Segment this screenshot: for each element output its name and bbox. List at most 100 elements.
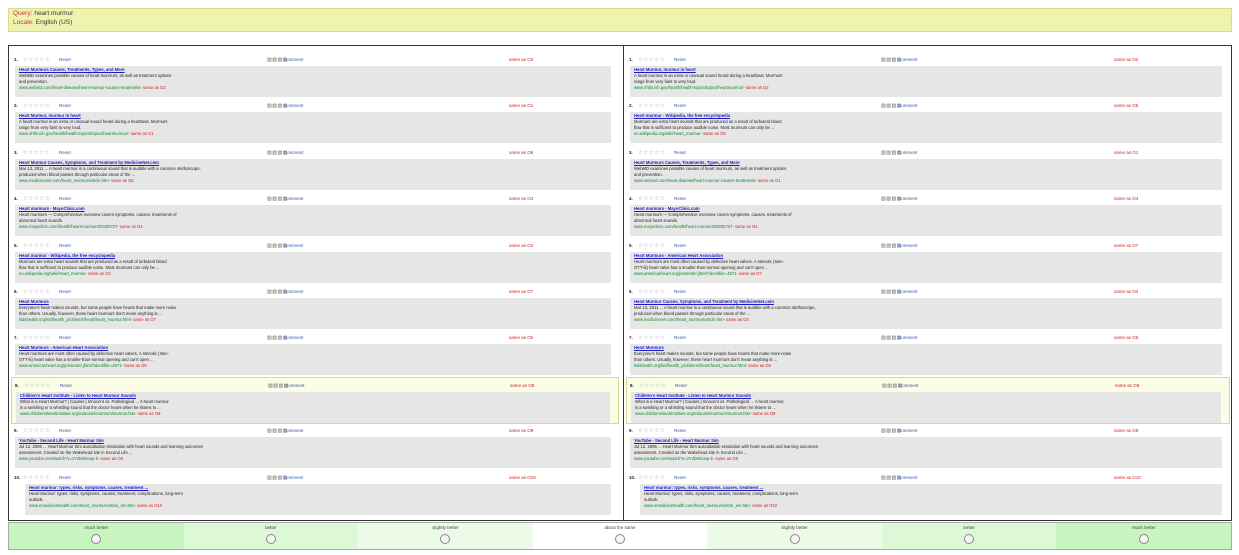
comment-link[interactable]: Comment xyxy=(898,149,918,157)
comment-link[interactable]: Comment xyxy=(898,195,918,203)
result-snippet: Heart Murmur Causes, Symptoms, and Treat… xyxy=(630,298,1222,329)
reset-link[interactable]: Reset xyxy=(59,102,71,110)
reset-link[interactable]: Reset xyxy=(59,474,71,482)
reset-link[interactable]: Reset xyxy=(674,242,686,250)
preference-radio[interactable] xyxy=(440,534,451,544)
comment-link[interactable]: Comment xyxy=(284,427,304,435)
preference-option[interactable]: much better xyxy=(9,523,184,549)
star-rating-control[interactable]: ☆☆☆☆☆ xyxy=(23,288,50,296)
comment-link[interactable]: Comment xyxy=(284,242,304,250)
result-snippet: YouTube - Second Life - Heart Murmur Sim… xyxy=(630,437,1222,469)
result-url-line: en.wikipedia.org/wiki/Heart_murmur- same… xyxy=(634,131,1218,137)
comment-link[interactable]: Comment xyxy=(284,334,304,342)
star-rating-control[interactable]: ☆☆☆☆☆ xyxy=(638,149,665,157)
result-rank: 3. xyxy=(14,149,18,155)
star-rating-control[interactable]: ☆☆☆☆☆ xyxy=(638,288,665,296)
comment-link[interactable]: Comment xyxy=(284,102,304,110)
star-rating-control[interactable]: ☆☆☆☆☆ xyxy=(639,382,666,390)
reset-link[interactable]: Reset xyxy=(59,334,71,342)
comment-link[interactable]: Comment xyxy=(285,382,305,390)
preference-radio[interactable] xyxy=(91,534,102,544)
comment-link[interactable]: Comment xyxy=(898,56,918,64)
preference-option[interactable]: slightly better xyxy=(358,523,533,549)
star-rating-control[interactable]: ☆☆☆☆☆ xyxy=(638,56,665,64)
comment-link[interactable]: Comment xyxy=(898,242,918,250)
star-rating-control[interactable]: ☆☆☆☆☆ xyxy=(638,102,665,110)
query-label: Query: xyxy=(13,10,33,17)
star-rating-control[interactable]: ☆☆☆☆☆ xyxy=(638,474,665,482)
result-url: en.wikipedia.org/wiki/Heart_murmur xyxy=(634,131,701,137)
search-result: 1. ☆☆☆☆☆ Reset ▨▨▨▨ Comment same as O2 Heart M… xyxy=(626,52,1230,97)
star-rating-control[interactable]: ☆☆☆☆☆ xyxy=(638,242,665,250)
result-snippet: Heart Murmur, murmur in heart A heart mur… xyxy=(630,66,1222,97)
comment-link[interactable]: Comment xyxy=(898,427,918,435)
same-as-label: same as O10 xyxy=(509,474,536,480)
preference-radio[interactable] xyxy=(614,534,625,544)
result-url-line: www.webmd.com/heart-disease/heart-murmur… xyxy=(19,85,607,91)
preference-option[interactable]: better xyxy=(881,523,1057,549)
same-as-label: same as O5 xyxy=(509,335,534,341)
comment-link[interactable]: Comment xyxy=(898,334,918,342)
star-rating-control[interactable]: ☆☆☆☆☆ xyxy=(23,102,50,110)
comment-link[interactable]: Comment xyxy=(284,195,304,203)
comment-link[interactable]: Comment xyxy=(284,56,304,64)
reset-link[interactable]: Reset xyxy=(674,474,686,482)
result-rating-row: 8. ☆☆☆☆☆ Reset ▨▨▨▨ Comment same as O8 xyxy=(15,382,615,390)
star-rating-control[interactable]: ☆☆☆☆☆ xyxy=(23,334,50,342)
star-rating-control[interactable]: ☆☆☆☆☆ xyxy=(23,474,50,482)
preference-option[interactable]: about the same xyxy=(532,523,708,549)
comment-link[interactable]: Comment xyxy=(898,288,918,296)
reset-link[interactable]: Reset xyxy=(59,427,71,435)
reset-link[interactable]: Reset xyxy=(59,149,71,157)
star-rating-control[interactable]: ☆☆☆☆☆ xyxy=(638,195,665,203)
comment-link[interactable]: Comment xyxy=(898,474,918,482)
reset-link[interactable]: Reset xyxy=(674,427,686,435)
search-result: 2. ☆☆☆☆☆ Reset ▨▨▨▨ Comment same as O1 Heart M… xyxy=(11,98,619,144)
star-rating-control[interactable]: ☆☆☆☆☆ xyxy=(23,149,50,157)
reset-link[interactable]: Reset xyxy=(674,288,686,296)
reset-link[interactable]: Reset xyxy=(674,56,686,64)
reset-link[interactable]: Reset xyxy=(674,334,686,342)
result-rank: 4. xyxy=(629,196,633,202)
reset-link[interactable]: Reset xyxy=(59,56,71,64)
preference-radio[interactable] xyxy=(1138,534,1149,544)
result-rating-row: 7. ☆☆☆☆☆ Reset ▨▨▨▨ Comment same as O5 xyxy=(14,334,616,342)
star-rating-control[interactable]: ☆☆☆☆☆ xyxy=(24,382,51,390)
preference-radio[interactable] xyxy=(789,534,800,544)
star-rating-control[interactable]: ☆☆☆☆☆ xyxy=(23,242,50,250)
reset-link[interactable]: Reset xyxy=(674,195,686,203)
preference-option[interactable]: much better xyxy=(1056,523,1231,549)
comment-link[interactable]: Comment xyxy=(284,474,304,482)
star-rating-control[interactable]: ☆☆☆☆☆ xyxy=(638,334,665,342)
search-result: 5. ☆☆☆☆☆ Reset ▨▨▨▨ Comment same as O7 Heart M… xyxy=(626,238,1230,283)
result-url: www.youtube.com/watch?v=zY2bMooop-k xyxy=(634,456,713,462)
reset-link[interactable]: Reset xyxy=(674,102,686,110)
star-rating-control[interactable]: ☆☆☆☆☆ xyxy=(638,427,665,435)
result-rank: 1. xyxy=(629,57,633,62)
comment-link[interactable]: Comment xyxy=(284,149,304,157)
star-rating-control[interactable]: ☆☆☆☆☆ xyxy=(23,195,50,203)
url-same-as-label: - same as O6 xyxy=(745,363,771,369)
reset-link[interactable]: Reset xyxy=(60,382,72,390)
result-rank: 5. xyxy=(14,242,18,248)
comment-link[interactable]: Comment xyxy=(284,288,304,296)
reset-link[interactable]: Reset xyxy=(674,149,686,157)
star-rating-control[interactable]: ☆☆☆☆☆ xyxy=(23,427,50,435)
comment-link[interactable]: Comment xyxy=(898,102,918,110)
reset-link[interactable]: Reset xyxy=(59,195,71,203)
preference-radio[interactable] xyxy=(265,534,276,544)
reset-link[interactable]: Reset xyxy=(675,382,687,390)
comment-link[interactable]: Comment xyxy=(899,382,919,390)
preference-option[interactable]: slightly better xyxy=(707,523,882,549)
preference-radio[interactable] xyxy=(964,534,975,544)
result-rating-row: 9. ☆☆☆☆☆ Reset ▨▨▨▨ Comment same as O9 xyxy=(14,427,616,435)
reset-link[interactable]: Reset xyxy=(59,242,71,250)
url-same-as-label: - same as O1 xyxy=(755,177,781,183)
url-same-as-label: - same as O9 xyxy=(712,456,738,462)
query-header: Query: heart murmur Locale: English (US) xyxy=(8,8,1232,32)
star-rating-control[interactable]: ☆☆☆☆☆ xyxy=(23,56,50,64)
preference-option[interactable]: better xyxy=(183,523,359,549)
result-url-line: www.nhlbi.nih.gov/health/health-topics/t… xyxy=(19,131,607,137)
reset-link[interactable]: Reset xyxy=(59,288,71,296)
url-same-as-label: - same as O3 xyxy=(723,317,749,322)
